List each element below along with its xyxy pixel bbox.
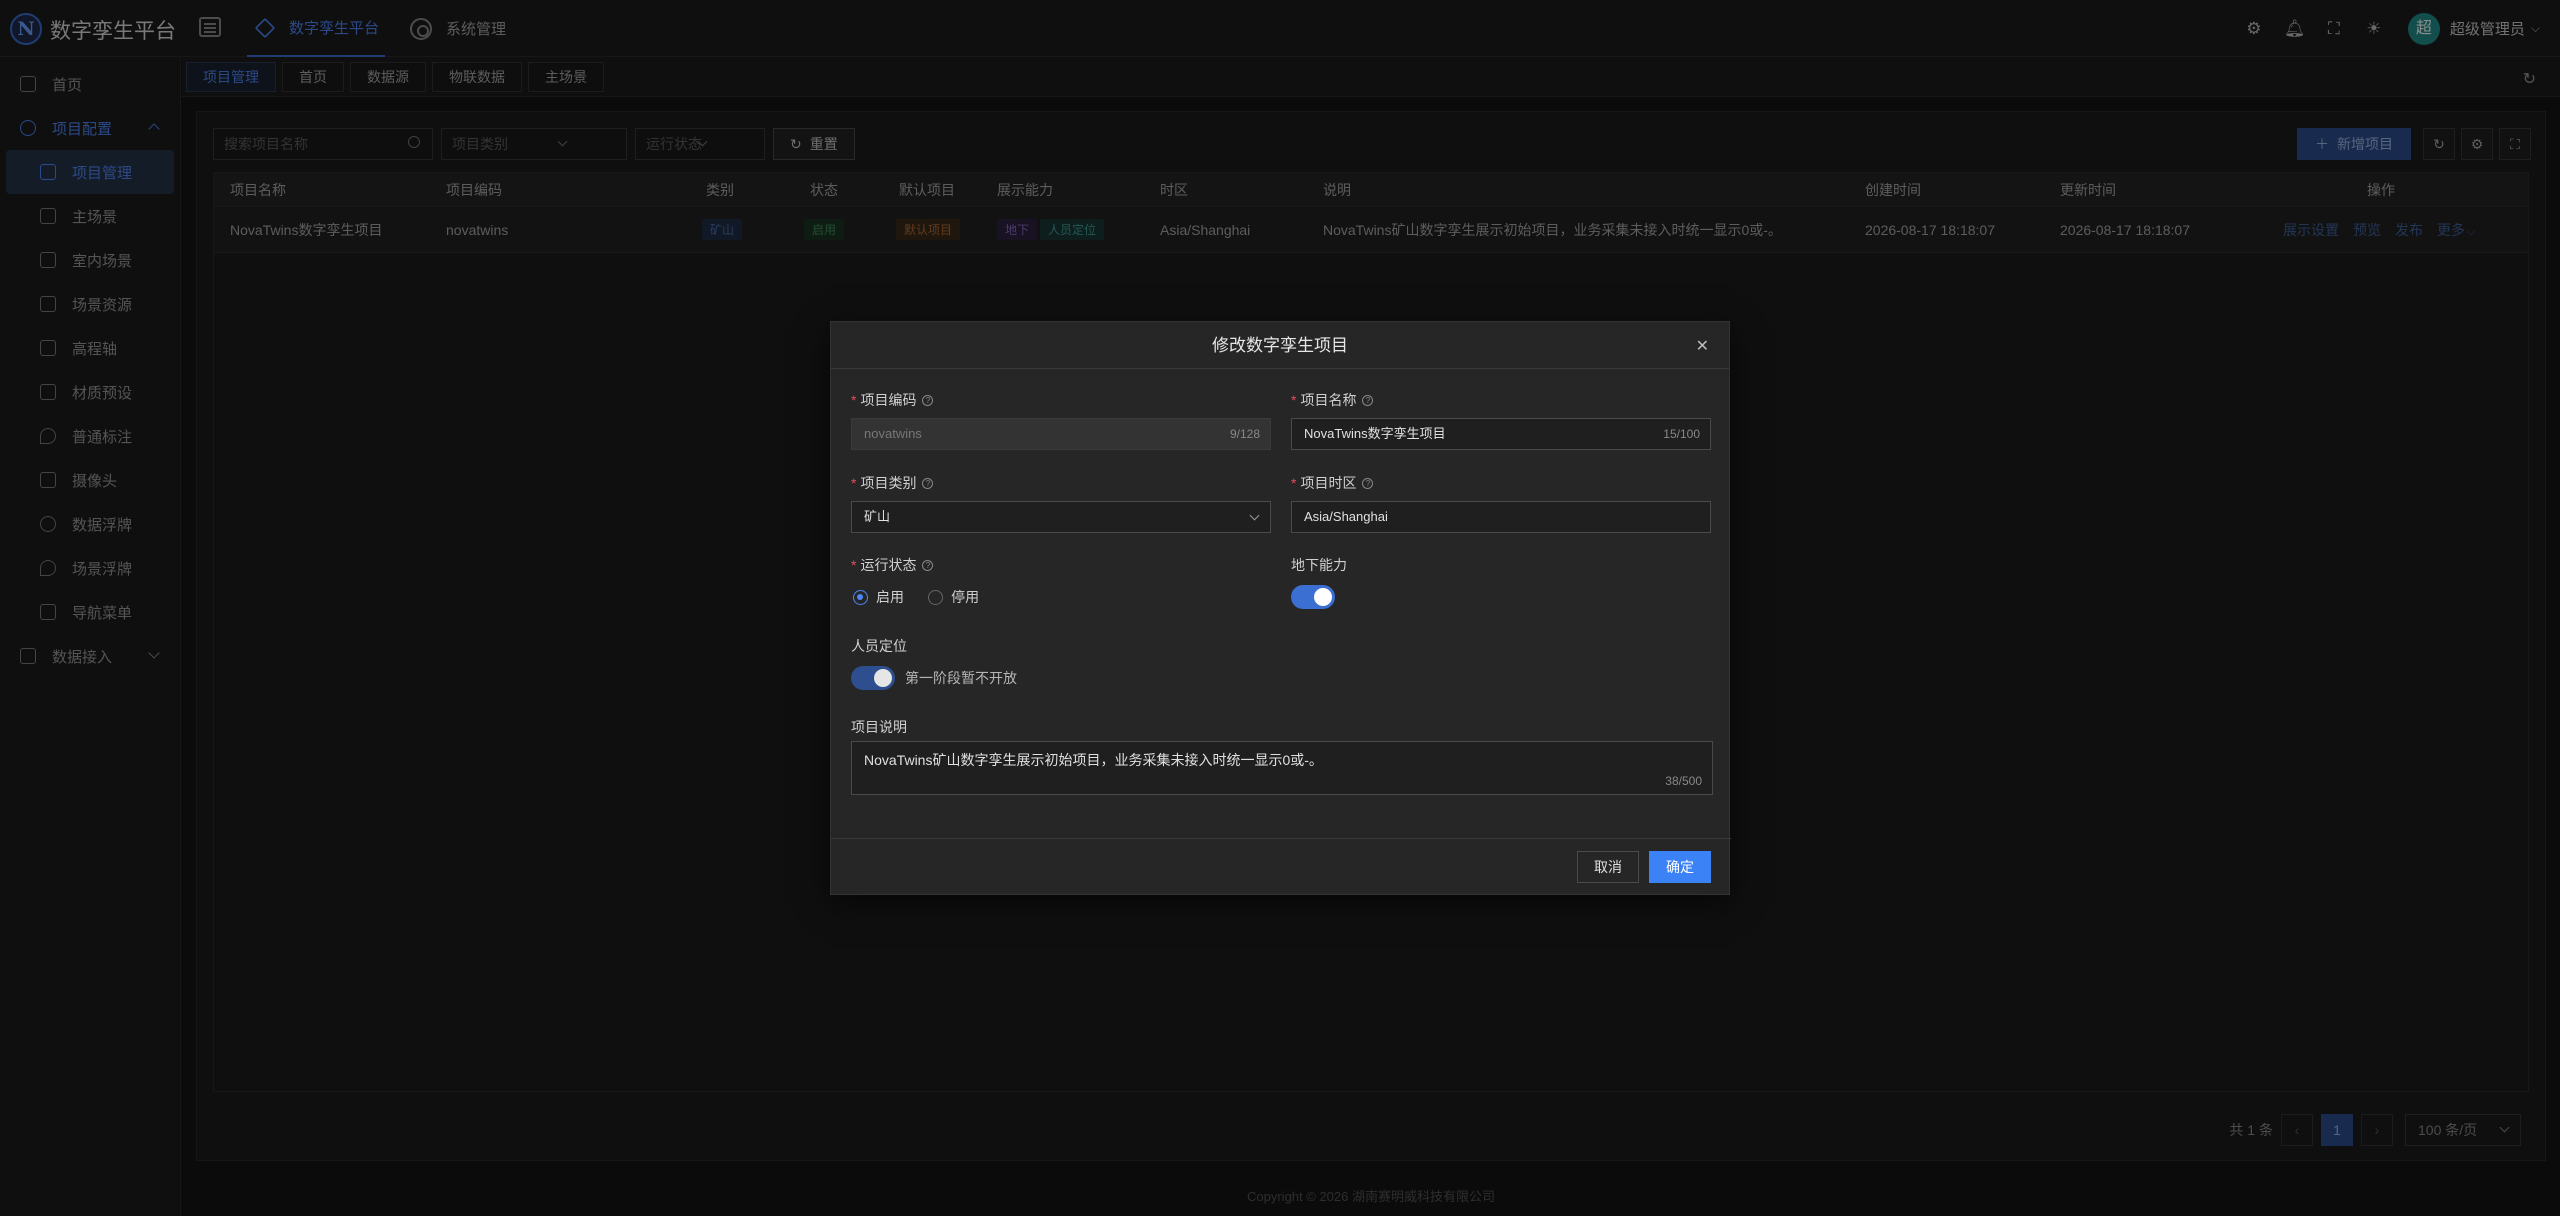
char-count: 15/100	[1663, 427, 1700, 441]
edit-project-dialog: 修改数字孪生项目 ✕ * 项目编码? novatwins 9/128 * 项目名称? …	[830, 321, 1731, 895]
category-field: * 项目类别? 矿山	[851, 473, 1271, 533]
code-input: novatwins 9/128	[851, 418, 1271, 450]
category-select[interactable]: 矿山	[851, 501, 1271, 533]
field-label: 项目时区	[1300, 475, 1357, 491]
field-label: 地下能力	[1291, 557, 1347, 573]
underground-toggle[interactable]	[1291, 585, 1335, 609]
help-icon[interactable]: ?	[922, 477, 934, 489]
status-field: * 运行状态? 启用 停用	[851, 557, 980, 607]
field-label: 项目名称	[1300, 392, 1357, 408]
name-input[interactable]: NovaTwins数字孪生项目 15/100	[1291, 418, 1711, 450]
person-location-field: 人员定位 第一阶段暂不开放	[851, 636, 1271, 696]
cancel-button[interactable]: 取消	[1577, 851, 1639, 883]
confirm-button[interactable]: 确定	[1649, 851, 1711, 883]
dialog-footer: 取消 确定	[831, 838, 1731, 894]
help-icon[interactable]: ?	[922, 559, 934, 571]
toggle-note: 第一阶段暂不开放	[905, 670, 1017, 686]
status-radio-off[interactable]: 停用	[928, 587, 979, 607]
char-count: 38/500	[1665, 774, 1702, 788]
close-icon[interactable]: ✕	[1696, 336, 1709, 356]
underground-field: 地下能力	[1291, 555, 1711, 615]
description-field: 项目说明 NovaTwins矿山数字孪生展示初始项目，业务采集未接入时统一显示0…	[851, 717, 1713, 801]
timezone-field: * 项目时区? Asia/Shanghai	[1291, 473, 1711, 533]
char-count: 9/128	[1229, 427, 1260, 441]
status-radio-on[interactable]: 启用	[853, 587, 904, 607]
timezone-input[interactable]: Asia/Shanghai	[1291, 501, 1711, 533]
description-textarea[interactable]: NovaTwins矿山数字孪生展示初始项目，业务采集未接入时统一显示0或-。 38…	[851, 741, 1713, 795]
chevron-down-icon	[1249, 510, 1260, 521]
field-label: 项目说明	[851, 719, 907, 735]
field-label: 人员定位	[851, 638, 907, 654]
code-field: * 项目编码? novatwins 9/128	[851, 390, 1271, 450]
help-icon[interactable]: ?	[1362, 477, 1374, 489]
help-icon[interactable]: ?	[1362, 394, 1374, 406]
field-label: 项目编码	[860, 392, 917, 408]
help-icon[interactable]: ?	[922, 394, 934, 406]
dialog-title: 修改数字孪生项目	[831, 322, 1729, 369]
field-label: 项目类别	[860, 475, 917, 491]
person-location-toggle[interactable]	[851, 666, 895, 690]
name-field: * 项目名称? NovaTwins数字孪生项目 15/100	[1291, 390, 1711, 450]
field-label: 运行状态	[860, 557, 917, 573]
